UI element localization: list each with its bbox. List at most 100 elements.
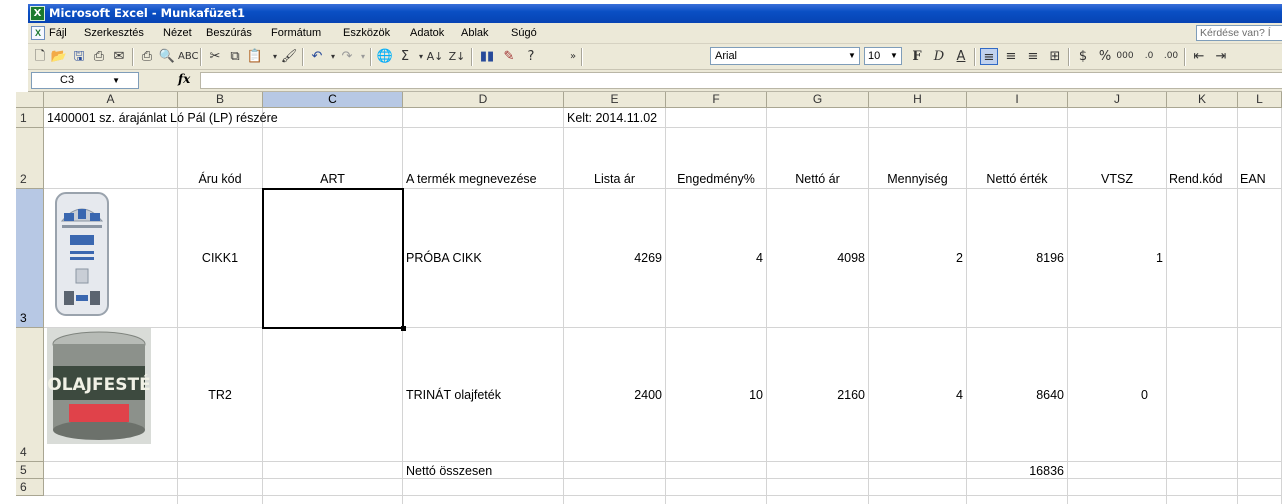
header-discount[interactable]: Engedmény% <box>666 172 766 186</box>
column-header-e[interactable]: E <box>564 92 666 108</box>
new-icon[interactable]: 🗋 <box>31 48 49 65</box>
paint-can-image[interactable]: OLAJFESTÉ <box>47 328 151 444</box>
decrease-indent-icon[interactable]: ⇤ <box>1190 48 1208 65</box>
column-header-i[interactable]: I <box>967 92 1068 108</box>
print-preview-icon[interactable]: 🔍 <box>158 48 176 65</box>
item2-name[interactable]: TRINÁT olajfeték <box>406 388 501 402</box>
item2-vtsz[interactable]: 0 <box>1068 388 1148 402</box>
select-all-corner[interactable] <box>16 92 44 108</box>
name-box[interactable]: C3 ▼ <box>31 72 139 89</box>
align-center-icon[interactable]: ≡ <box>1002 48 1020 65</box>
header-net-price[interactable]: Nettó ár <box>767 172 868 186</box>
item2-net-value[interactable]: 8640 <box>967 388 1064 402</box>
r2d2-phone-case-image[interactable] <box>54 191 110 317</box>
bold-icon[interactable]: F <box>908 48 926 65</box>
increase-indent-icon[interactable]: ⇥ <box>1212 48 1230 65</box>
paste-icon[interactable]: 📋 <box>246 48 264 65</box>
currency-icon[interactable]: $ <box>1074 48 1092 65</box>
header-product-name[interactable]: A termék megnevezése <box>406 172 537 186</box>
item2-net-price[interactable]: 2160 <box>767 388 865 402</box>
menu-window[interactable]: Ablak <box>461 26 489 40</box>
column-header-a[interactable]: A <box>44 92 178 108</box>
row-header-3[interactable]: 3 <box>16 189 44 328</box>
italic-icon[interactable]: D <box>930 48 948 65</box>
cell-e1-date[interactable]: Kelt: 2014.11.02 <box>567 111 657 125</box>
font-size-select[interactable]: 10 ▼ <box>864 47 902 65</box>
column-header-f[interactable]: F <box>666 92 767 108</box>
row-header-4[interactable]: 4 <box>16 328 44 462</box>
decrease-decimal-icon[interactable]: .00 <box>1162 48 1180 65</box>
column-header-c[interactable]: C <box>263 92 403 108</box>
sort-ascending-icon[interactable]: A↓ <box>426 48 444 65</box>
item2-code[interactable]: TR2 <box>178 388 262 402</box>
header-net-value[interactable]: Nettó érték <box>967 172 1067 186</box>
header-vtsz[interactable]: VTSZ <box>1068 172 1166 186</box>
help-question-box[interactable]: Kérdése van? Í <box>1196 25 1282 41</box>
print-icon[interactable]: ⎙ <box>138 48 156 65</box>
column-header-b[interactable]: B <box>178 92 263 108</box>
save-icon[interactable]: 🖫 <box>70 48 88 65</box>
align-left-icon[interactable]: ≡ <box>980 48 998 65</box>
cut-icon[interactable]: ✂ <box>206 48 224 65</box>
sort-descending-icon[interactable]: Z↓ <box>448 48 466 65</box>
item1-list-price[interactable]: 4269 <box>564 251 662 265</box>
toolbar-options-icon[interactable]: » <box>564 48 582 65</box>
header-ean[interactable]: EAN <box>1240 172 1266 186</box>
item1-net-price[interactable]: 4098 <box>767 251 865 265</box>
item1-name[interactable]: PRÓBA CIKK <box>406 251 482 265</box>
copy-icon[interactable]: ⧉ <box>226 48 244 65</box>
total-label[interactable]: Nettó összesen <box>406 464 492 478</box>
column-header-k[interactable]: K <box>1167 92 1238 108</box>
item1-discount[interactable]: 4 <box>666 251 763 265</box>
merge-center-icon[interactable]: ⊞ <box>1046 48 1064 65</box>
row-header-1[interactable]: 1 <box>16 108 44 128</box>
chart-wizard-icon[interactable]: ▮▮ <box>478 48 496 65</box>
item2-list-price[interactable]: 2400 <box>564 388 662 402</box>
column-header-h[interactable]: H <box>869 92 967 108</box>
total-net-value[interactable]: 16836 <box>967 464 1064 478</box>
active-cell-c3[interactable] <box>262 188 404 329</box>
permission-icon[interactable]: ⎙ <box>90 48 108 65</box>
column-header-l[interactable]: L <box>1238 92 1282 108</box>
percent-icon[interactable]: % <box>1096 48 1114 65</box>
menu-insert[interactable]: Beszúrás <box>206 26 252 40</box>
menu-view[interactable]: Nézet <box>163 26 192 40</box>
drawing-icon[interactable]: ✎ <box>500 48 518 65</box>
row-header-2[interactable]: 2 <box>16 128 44 189</box>
formula-input[interactable] <box>200 72 1282 89</box>
spelling-icon[interactable]: ABC <box>178 48 199 65</box>
item2-discount[interactable]: 10 <box>666 388 763 402</box>
comma-style-icon[interactable]: 000 <box>1116 48 1134 65</box>
item1-vtsz[interactable]: 1 <box>1068 251 1163 265</box>
menu-edit[interactable]: Szerkesztés <box>84 26 144 40</box>
chevron-down-icon[interactable]: ▼ <box>888 49 900 63</box>
header-item-code[interactable]: Áru kód <box>178 172 262 186</box>
workbook-icon[interactable]: X <box>31 26 45 40</box>
menu-file[interactable]: Fájl <box>49 26 67 40</box>
menu-tools[interactable]: Eszközök <box>343 26 390 40</box>
menu-help[interactable]: Súgó <box>511 26 537 40</box>
chevron-down-icon[interactable]: ▼ <box>846 49 858 63</box>
font-name-select[interactable]: Arial ▼ <box>710 47 860 65</box>
item2-quantity[interactable]: 4 <box>869 388 963 402</box>
email-icon[interactable]: ✉ <box>110 48 128 65</box>
header-quantity[interactable]: Mennyiség <box>869 172 966 186</box>
item1-net-value[interactable]: 8196 <box>967 251 1064 265</box>
menu-format[interactable]: Formátum <box>271 26 321 40</box>
cell-a1-quote-title[interactable]: 1400001 sz. árajánlat Ló Pál (LP) részér… <box>47 111 278 125</box>
column-header-d[interactable]: D <box>403 92 564 108</box>
row-header-5[interactable]: 5 <box>16 462 44 479</box>
column-header-g[interactable]: G <box>767 92 869 108</box>
align-right-icon[interactable]: ≡ <box>1024 48 1042 65</box>
format-painter-icon[interactable]: 🖌 <box>280 48 298 65</box>
header-order-code[interactable]: Rend.kód <box>1169 172 1223 186</box>
increase-decimal-icon[interactable]: .0 <box>1140 48 1158 65</box>
header-list-price[interactable]: Lista ár <box>564 172 665 186</box>
chevron-down-icon[interactable]: ▼ <box>112 74 120 88</box>
open-icon[interactable]: 📂 <box>50 48 68 65</box>
header-art[interactable]: ART <box>263 172 402 186</box>
fill-handle[interactable] <box>401 326 406 331</box>
item1-quantity[interactable]: 2 <box>869 251 963 265</box>
row-header-6[interactable]: 6 <box>16 479 44 496</box>
underline-icon[interactable]: A <box>952 48 970 65</box>
